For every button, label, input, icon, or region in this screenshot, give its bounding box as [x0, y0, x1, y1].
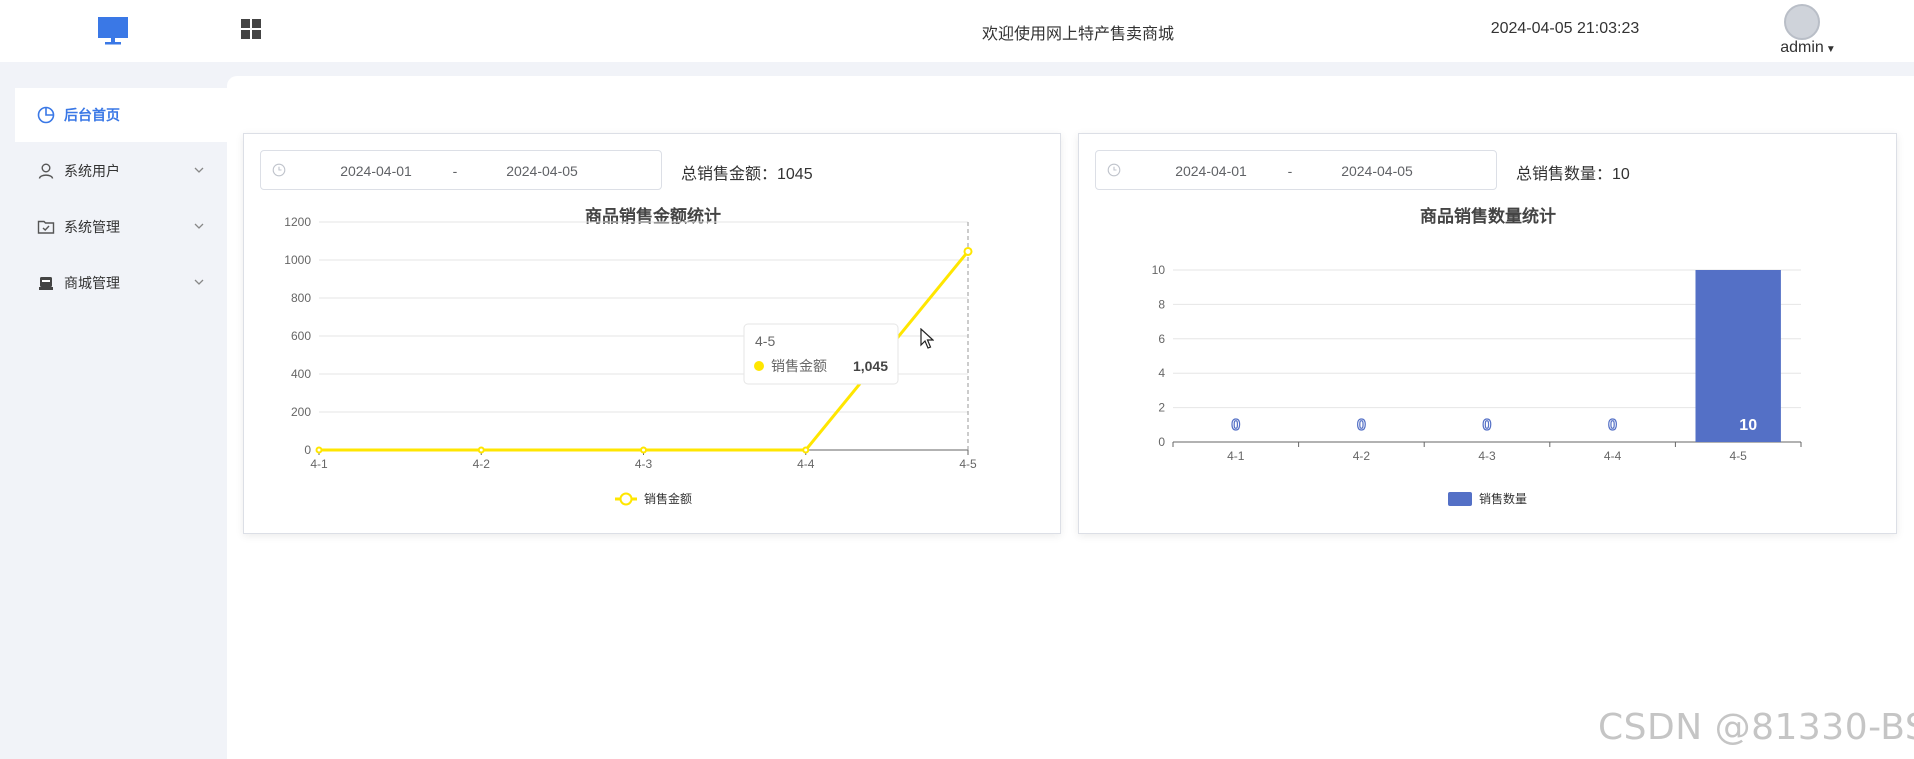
legend-label: 销售数量 [1479, 491, 1527, 506]
chevron-down-icon [194, 279, 204, 285]
y-tick-label: 2 [1158, 401, 1165, 415]
bar-data-label: 0 [1608, 417, 1617, 434]
user-menu[interactable]: admin ▼ [1772, 39, 1844, 57]
chevron-down-icon [194, 167, 204, 173]
start-date[interactable]: 2024-04-01 [1146, 163, 1276, 179]
sidebar-item-label: 后台首页 [64, 107, 120, 123]
y-tick-label: 4 [1158, 366, 1165, 380]
bar-data-label: 0 [1483, 417, 1492, 434]
data-point [477, 446, 485, 454]
x-tick-label: 4-2 [473, 457, 491, 471]
x-tick-label: 4-4 [1604, 449, 1622, 463]
x-tick-label: 4-3 [1478, 449, 1496, 463]
sidebar-item-system[interactable]: 系统管理 [15, 200, 227, 254]
watermark: CSDN @81330-BS [1598, 707, 1914, 748]
range-separator: - [1287, 163, 1293, 179]
bar-data-label: 0 [1357, 417, 1366, 434]
quantity-date-range-picker[interactable]: 2024-04-01 - 2024-04-05 [1095, 150, 1497, 190]
data-point [963, 246, 973, 256]
range-separator: - [452, 163, 458, 179]
y-tick-label: 600 [291, 329, 311, 343]
bar [1695, 270, 1781, 442]
end-date[interactable]: 2024-04-05 [477, 163, 607, 179]
x-tick-label: 4-4 [797, 457, 815, 471]
tooltip-marker [754, 361, 764, 371]
sidebar-item-users[interactable]: 系统用户 [15, 144, 227, 198]
bar-data-label: 0 [1231, 417, 1240, 434]
x-tick-label: 4-5 [1730, 449, 1748, 463]
start-date[interactable]: 2024-04-01 [311, 163, 441, 179]
y-tick-label: 6 [1158, 332, 1165, 346]
sales-amount-card: 2024-04-01 - 2024-04-05 总销售金额：1045 商品销售金… [243, 133, 1061, 534]
sidebar-item-label: 商城管理 [64, 275, 120, 291]
legend-swatch-icon [1448, 492, 1472, 506]
x-tick-label: 4-1 [1227, 449, 1245, 463]
y-tick-label: 800 [291, 291, 311, 305]
tooltip-value: 1,045 [853, 358, 888, 374]
sidebar-item-shop[interactable]: 商城管理 [15, 256, 227, 310]
x-tick-label: 4-5 [959, 457, 977, 471]
amount-line-chart[interactable]: 商品销售金额统计 0 200 400 600 800 1000 1200 4-1 4-2 4-3 4-… [244, 194, 1062, 534]
end-date[interactable]: 2024-04-05 [1312, 163, 1442, 179]
sidebar-item-label: 系统管理 [64, 219, 120, 235]
pie-chart-icon [37, 106, 55, 124]
tooltip-title: 4-5 [755, 333, 775, 349]
amount-date-range-picker[interactable]: 2024-04-01 - 2024-04-05 [260, 150, 662, 190]
grid-menu-icon[interactable] [240, 18, 262, 40]
x-tick-label: 4-2 [1353, 449, 1371, 463]
folder-check-icon [37, 218, 55, 236]
y-tick-label: 1000 [284, 253, 311, 267]
y-tick-label: 400 [291, 367, 311, 381]
user-icon [37, 162, 55, 180]
y-tick-label: 0 [304, 443, 311, 457]
current-datetime: 2024-04-05 21:03:23 [1490, 20, 1640, 37]
sidebar-item-label: 系统用户 [64, 163, 120, 179]
chevron-down-icon: ▼ [1825, 44, 1836, 55]
username: admin [1780, 39, 1824, 56]
y-tick-label: 200 [291, 405, 311, 419]
data-point [315, 446, 323, 454]
y-tick-label: 0 [1158, 435, 1165, 449]
data-point [640, 446, 647, 454]
y-tick-label: 10 [1152, 263, 1166, 277]
top-header: 欢迎使用网上特产售卖商城 2024-04-05 21:03:23 admin ▼ [0, 0, 1914, 62]
x-tick-label: 4-1 [310, 457, 328, 471]
legend-label: 销售金额 [644, 491, 692, 506]
tooltip-series-name: 销售金额 [771, 358, 827, 374]
avatar[interactable] [1784, 4, 1820, 40]
chart-title: 商品销售金额统计 [585, 206, 721, 226]
mouse-cursor-icon [920, 328, 934, 349]
bar-data-label: 10 [1739, 417, 1757, 434]
chart-title: 商品销售数量统计 [1420, 206, 1556, 226]
sidebar: 后台首页 系统用户 系统管理 商城管理 [0, 62, 227, 759]
total-quantity: 总销售数量：10 [1516, 166, 1630, 183]
total-amount: 总销售金额：1045 [681, 166, 813, 183]
legend-marker-icon [619, 492, 633, 506]
clock-icon [272, 163, 286, 177]
data-point [802, 446, 810, 454]
y-tick-label: 1200 [284, 215, 311, 229]
welcome-text: 欢迎使用网上特产售卖商城 [981, 26, 1174, 43]
sales-quantity-card: 2024-04-01 - 2024-04-05 总销售数量：10 商品销售数量统… [1078, 133, 1897, 534]
sidebar-item-home[interactable]: 后台首页 [15, 88, 227, 142]
x-tick-label: 4-3 [635, 457, 653, 471]
clock-icon [1107, 163, 1121, 177]
chevron-down-icon [194, 223, 204, 229]
quantity-bar-chart[interactable]: 商品销售数量统计 0 2 4 6 8 10 4-1 0 4-2 0 4-3 0 4-4 0 4-5 10 销售数量 [1079, 194, 1898, 534]
monitor-logo-icon[interactable] [97, 15, 129, 47]
shop-icon [37, 274, 55, 292]
y-tick-label: 8 [1158, 297, 1165, 311]
